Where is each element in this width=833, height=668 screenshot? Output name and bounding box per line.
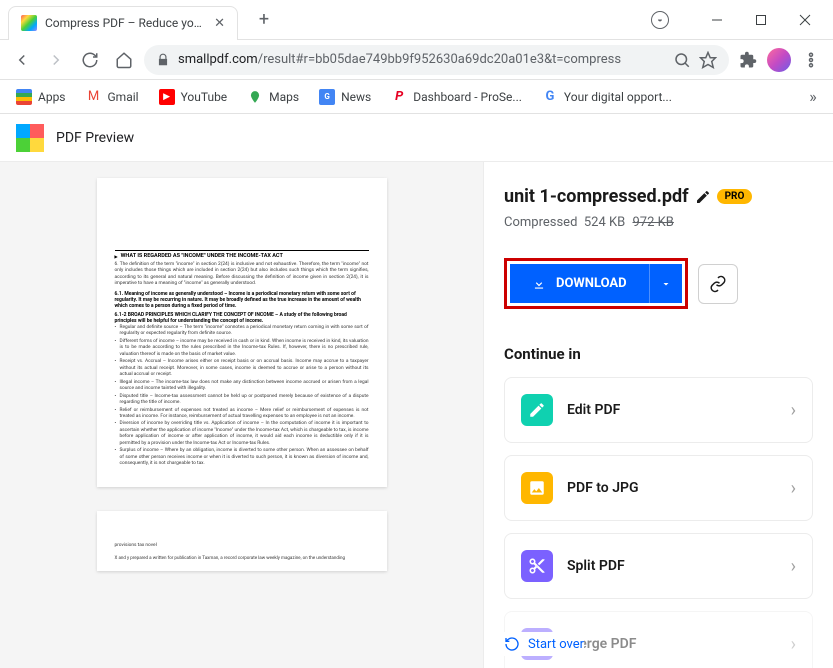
pinterest-icon: P	[391, 89, 407, 105]
download-dropdown-button[interactable]	[649, 264, 682, 303]
chevron-right-icon: ›	[791, 556, 796, 577]
edit-filename-icon[interactable]	[695, 189, 711, 205]
link-icon	[709, 275, 727, 293]
maps-icon	[247, 89, 263, 105]
main-content: WHAT IS REGARDED AS "INCOME" UNDER THE I…	[0, 162, 833, 668]
bookmarks-overflow-icon[interactable]: »	[801, 87, 825, 106]
bookmark-gmail[interactable]: MGmail	[78, 85, 147, 109]
split-pdf-icon	[521, 550, 553, 582]
bookmark-pinterest[interactable]: PDashboard - ProSe...	[383, 85, 530, 109]
news-icon: G	[319, 89, 335, 105]
profile-avatar[interactable]	[767, 48, 791, 72]
zoom-icon[interactable]	[673, 51, 691, 69]
gmail-icon: M	[86, 89, 102, 105]
bookmark-youtube[interactable]: ▶YouTube	[151, 85, 236, 109]
extensions-icon[interactable]	[739, 51, 757, 69]
pro-badge: PRO	[717, 189, 753, 204]
close-window-button[interactable]	[785, 5, 825, 35]
menu-button[interactable]	[797, 46, 825, 74]
forward-button[interactable]	[42, 46, 70, 74]
bookmark-news[interactable]: GNews	[311, 85, 379, 109]
download-button[interactable]: DOWNLOAD	[510, 264, 649, 303]
bookmarks-bar: Apps MGmail ▶YouTube Maps GNews PDashboa…	[0, 80, 833, 114]
tab-favicon	[21, 15, 37, 31]
share-link-button[interactable]	[698, 264, 738, 304]
action-edit-pdf[interactable]: Edit PDF ›	[504, 377, 813, 443]
app-header: PDF Preview	[0, 114, 833, 162]
file-meta: Compressed 524 KB 972 KB	[504, 215, 813, 230]
action-pdf-to-jpg[interactable]: PDF to JPG ›	[504, 455, 813, 521]
continue-in-label: Continue in	[504, 345, 813, 363]
lock-icon	[156, 53, 170, 67]
chevron-right-icon: ›	[791, 400, 796, 421]
bookmark-apps[interactable]: Apps	[8, 85, 74, 109]
youtube-icon: ▶	[159, 89, 175, 105]
pdf-preview-area[interactable]: WHAT IS REGARDED AS "INCOME" UNDER THE I…	[0, 162, 483, 668]
home-button[interactable]	[110, 46, 138, 74]
maximize-button[interactable]	[741, 5, 781, 35]
star-icon[interactable]	[699, 51, 717, 69]
download-icon	[532, 277, 546, 291]
apps-icon	[16, 89, 32, 105]
download-highlight: DOWNLOAD	[504, 258, 688, 309]
url-text: smallpdf.com/result#r=bb05dae749bb9f9526…	[178, 52, 665, 67]
pdf-page-2: provisions tax novel X and y prepared a …	[97, 511, 387, 571]
bookmark-maps[interactable]: Maps	[239, 85, 307, 109]
pdf-page-1: WHAT IS REGARDED AS "INCOME" UNDER THE I…	[97, 178, 387, 487]
browser-tab[interactable]: Compress PDF – Reduce your PD ✕	[8, 6, 238, 40]
sidebar: unit 1-compressed.pdf PRO Compressed 524…	[483, 162, 833, 668]
profile-indicator-icon[interactable]: ◒	[651, 11, 669, 29]
start-over-button[interactable]: Start over	[504, 632, 584, 656]
minimize-button[interactable]	[697, 5, 737, 35]
pdf-to-jpg-icon	[521, 472, 553, 504]
restart-icon	[504, 636, 520, 652]
browser-titlebar: Compress PDF – Reduce your PD ✕ + ◒	[0, 0, 833, 40]
reload-button[interactable]	[76, 46, 104, 74]
bookmark-google[interactable]: GYour digital opport...	[534, 85, 680, 109]
chevron-right-icon: ›	[791, 478, 796, 499]
google-icon: G	[542, 89, 558, 105]
edit-pdf-icon	[521, 394, 553, 426]
browser-toolbar: smallpdf.com/result#r=bb05dae749bb9f9526…	[0, 40, 833, 80]
chevron-right-icon: ›	[791, 634, 796, 655]
file-title-row: unit 1-compressed.pdf PRO	[504, 186, 813, 207]
new-tab-button[interactable]: +	[250, 6, 278, 34]
close-tab-icon[interactable]: ✕	[214, 16, 225, 31]
app-header-title: PDF Preview	[56, 130, 134, 146]
tab-title: Compress PDF – Reduce your PD	[45, 16, 206, 30]
back-button[interactable]	[8, 46, 36, 74]
app-logo	[16, 124, 44, 152]
action-split-pdf[interactable]: Split PDF ›	[504, 533, 813, 599]
download-row: DOWNLOAD	[504, 258, 813, 309]
chevron-down-icon	[660, 278, 672, 290]
address-bar[interactable]: smallpdf.com/result#r=bb05dae749bb9f9526…	[144, 45, 729, 75]
file-name: unit 1-compressed.pdf	[504, 186, 689, 207]
